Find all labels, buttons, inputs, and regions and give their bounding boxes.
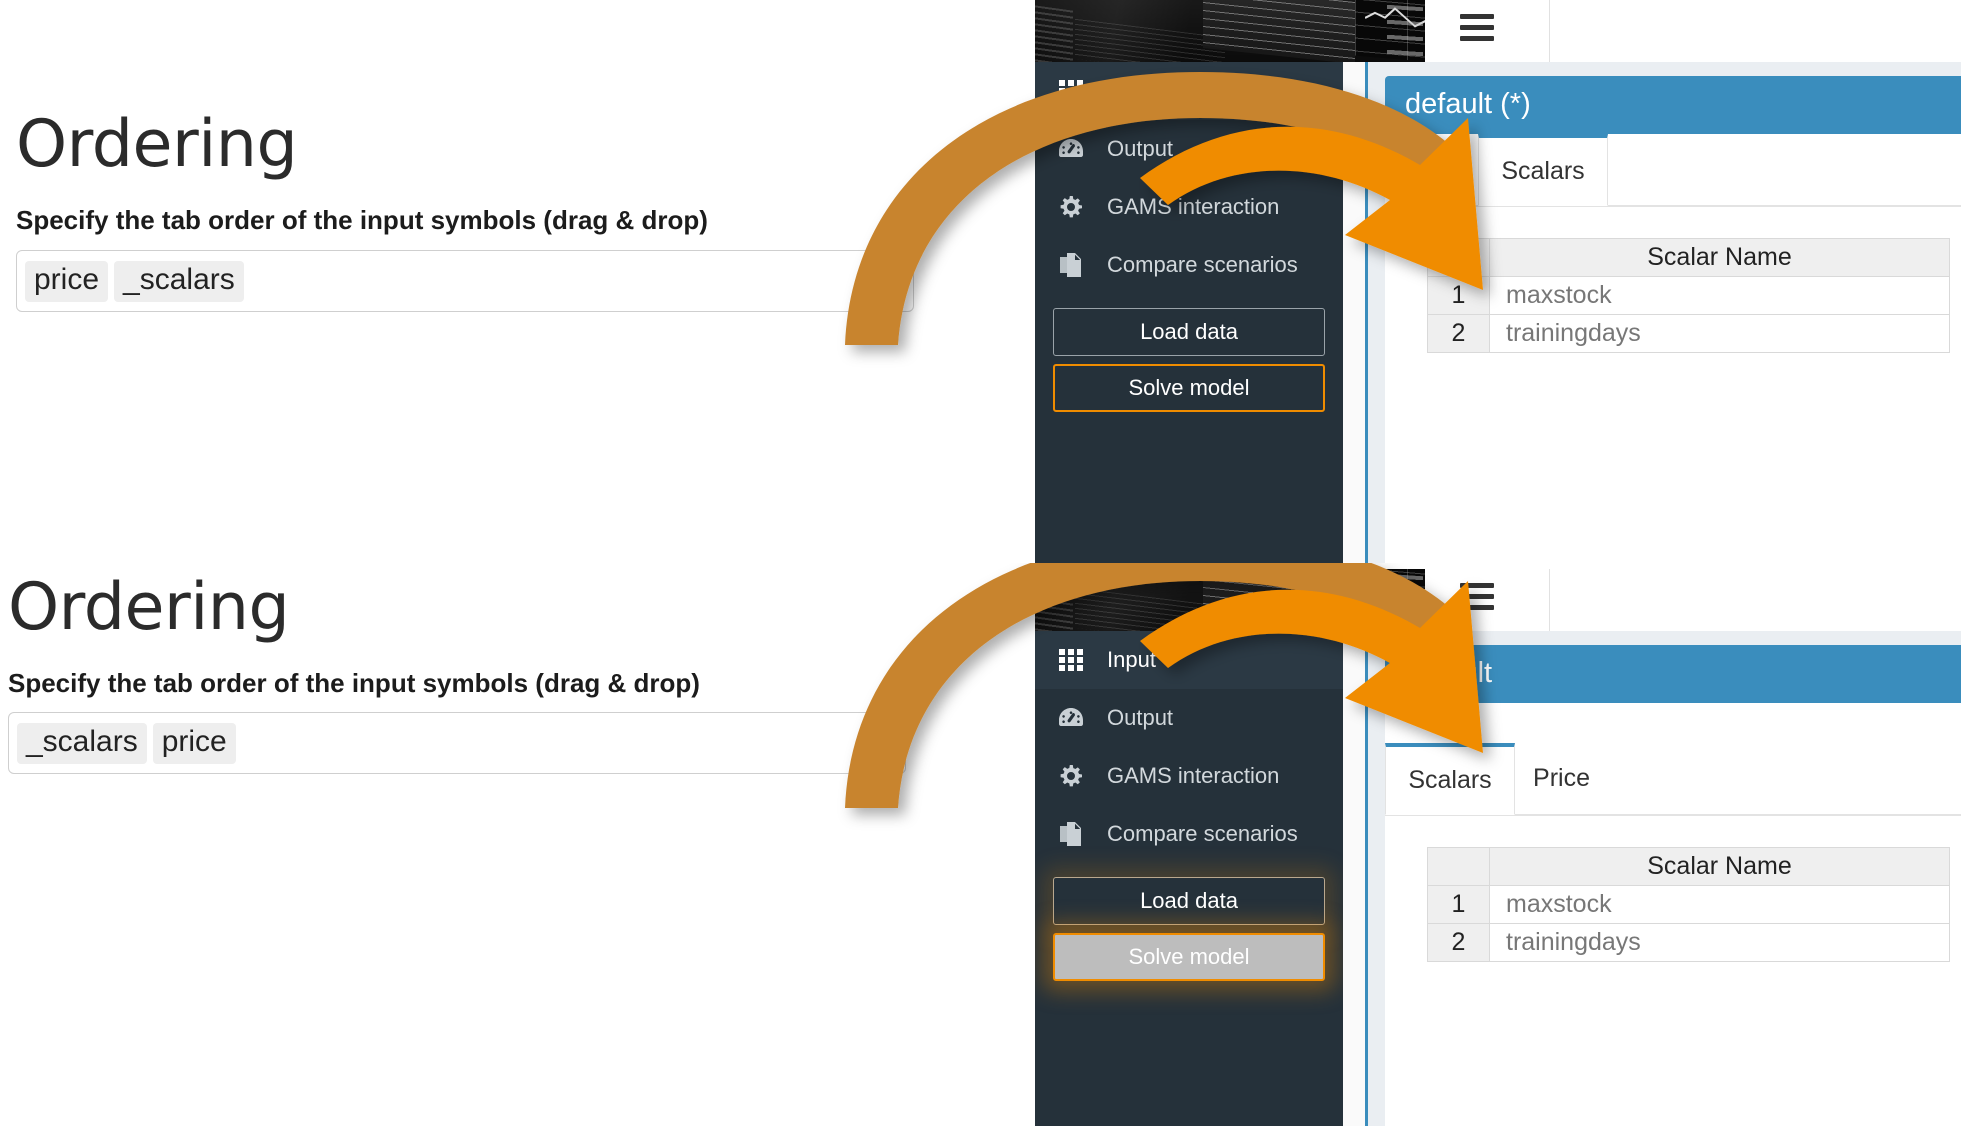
- gear-icon: [1057, 763, 1085, 789]
- symbol-panel: Scalars Price Scalar Name 1 maxstock 2 t…: [1385, 703, 1961, 1126]
- app-content-area: default Scalars Price Scalar Name 1 maxs…: [1368, 631, 1961, 1126]
- scenario-tab[interactable]: default (*): [1385, 76, 1961, 134]
- solve-model-button[interactable]: Solve model: [1053, 364, 1325, 412]
- copy-icon: [1057, 821, 1085, 847]
- symbol-tabstrip: Price Scalars: [1385, 134, 1961, 207]
- app-sidebar: Input Output GAMS interaction Compare sc…: [1035, 62, 1343, 563]
- panel-after: Ordering Specify the tab order of the in…: [0, 563, 1961, 1126]
- sidebar-item-output[interactable]: Output: [1035, 689, 1343, 747]
- scenario-strip: default: [1368, 631, 1961, 703]
- scalars-table: Scalar Name 1 maxstock 2 trainingdays: [1427, 847, 1950, 962]
- sidebar-item-label: Compare scenarios: [1107, 821, 1298, 846]
- row-scalar-name[interactable]: trainingdays: [1489, 314, 1950, 353]
- gauge-icon: [1057, 705, 1085, 731]
- table-header-row: Scalar Name: [1427, 847, 1950, 886]
- copy-icon: [1057, 252, 1085, 278]
- row-index: 2: [1427, 923, 1490, 962]
- table-name-header: Scalar Name: [1489, 238, 1950, 277]
- scenario-tab[interactable]: default: [1385, 645, 1961, 703]
- sidebar-item-label: GAMS interaction: [1107, 763, 1280, 788]
- table-name-header: Scalar Name: [1489, 847, 1950, 886]
- table-index-header: [1427, 847, 1490, 886]
- app-topbar: [1425, 569, 1961, 632]
- page-title: Ordering: [16, 107, 298, 182]
- sidebar-item-gams-interaction[interactable]: GAMS interaction: [1035, 747, 1343, 805]
- scenario-strip: default (*): [1368, 62, 1961, 134]
- app-topbar: [1425, 0, 1961, 63]
- page-subtitle: Specify the tab order of the input symbo…: [8, 668, 700, 698]
- sidebar-content-gap: [1343, 62, 1365, 563]
- sidebar-item-output[interactable]: Output: [1035, 120, 1343, 178]
- gauge-icon: [1057, 136, 1085, 162]
- app-banner-image: [1035, 569, 1425, 631]
- app-content-area: default (*) Price Scalars Scalar Name 1 …: [1368, 62, 1961, 563]
- ordering-chip[interactable]: price: [152, 722, 236, 764]
- ordering-chip[interactable]: price: [25, 260, 109, 302]
- load-data-button[interactable]: Load data: [1053, 308, 1325, 356]
- topbar-divider: [1549, 0, 1550, 62]
- page-subtitle: Specify the tab order of the input symbo…: [16, 205, 708, 235]
- row-index: 1: [1427, 885, 1490, 924]
- table-header-row: Scalar Name: [1427, 238, 1950, 277]
- sidebar-item-label: Input: [1107, 78, 1156, 103]
- table-row[interactable]: 1 maxstock: [1427, 276, 1950, 315]
- tab-price[interactable]: Price: [1385, 134, 1478, 206]
- hamburger-menu-icon[interactable]: [1460, 583, 1494, 611]
- app-screenshot-before: Input Output GAMS interaction Compare sc…: [1035, 0, 1961, 563]
- topbar-divider: [1549, 569, 1550, 631]
- row-index: 1: [1427, 276, 1490, 315]
- ordering-chip[interactable]: _scalars: [114, 260, 244, 302]
- tab-price[interactable]: Price: [1515, 743, 1608, 815]
- row-scalar-name[interactable]: maxstock: [1489, 885, 1950, 924]
- symbol-panel: Price Scalars Scalar Name 1 maxstock 2 t…: [1385, 134, 1961, 563]
- sidebar-item-label: Compare scenarios: [1107, 252, 1298, 277]
- sidebar-item-label: Output: [1107, 705, 1174, 730]
- sidebar-item-gams-interaction[interactable]: GAMS interaction: [1035, 178, 1343, 236]
- table-row[interactable]: 2 trainingdays: [1427, 923, 1950, 962]
- sidebar-item-input[interactable]: Input: [1035, 631, 1343, 689]
- symbol-tabstrip: Scalars Price: [1385, 743, 1961, 816]
- tab-scalars[interactable]: Scalars: [1385, 743, 1515, 815]
- hamburger-menu-icon[interactable]: [1460, 14, 1494, 42]
- gear-icon: [1057, 194, 1085, 220]
- sidebar-item-compare-scenarios[interactable]: Compare scenarios: [1035, 236, 1343, 294]
- doc-area-after: Ordering Specify the tab order of the in…: [0, 563, 1035, 1126]
- ordering-chip[interactable]: _scalars: [17, 722, 147, 764]
- table-row[interactable]: 2 trainingdays: [1427, 314, 1950, 353]
- sidebar-item-label: Output: [1107, 136, 1174, 161]
- sidebar-item-label: Input: [1107, 647, 1156, 672]
- row-index: 2: [1427, 314, 1490, 353]
- app-sidebar: Input Output GAMS interaction Compare sc…: [1035, 631, 1343, 1126]
- ordering-dropzone[interactable]: _scalars price: [8, 712, 906, 774]
- sidebar-item-label: GAMS interaction: [1107, 194, 1280, 219]
- scalars-table: Scalar Name 1 maxstock 2 trainingdays: [1427, 238, 1950, 353]
- app-screenshot-after: Input Output GAMS interaction Compare sc…: [1035, 563, 1961, 1126]
- grid-icon: [1057, 647, 1085, 673]
- sidebar-item-input[interactable]: Input: [1035, 62, 1343, 120]
- solve-model-button[interactable]: Solve model: [1053, 933, 1325, 981]
- grid-icon: [1057, 78, 1085, 104]
- ordering-dropzone[interactable]: price _scalars: [16, 250, 914, 312]
- doc-area-before: Ordering Specify the tab order of the in…: [0, 0, 1035, 563]
- sidebar-item-compare-scenarios[interactable]: Compare scenarios: [1035, 805, 1343, 863]
- page-title: Ordering: [8, 570, 290, 645]
- panel-before: Ordering Specify the tab order of the in…: [0, 0, 1961, 563]
- app-banner-image: [1035, 0, 1425, 62]
- sidebar-content-gap: [1343, 631, 1365, 1126]
- row-scalar-name[interactable]: trainingdays: [1489, 923, 1950, 962]
- row-scalar-name[interactable]: maxstock: [1489, 276, 1950, 315]
- table-row[interactable]: 1 maxstock: [1427, 885, 1950, 924]
- table-index-header: [1427, 238, 1490, 277]
- load-data-button[interactable]: Load data: [1053, 877, 1325, 925]
- tab-scalars[interactable]: Scalars: [1478, 134, 1608, 206]
